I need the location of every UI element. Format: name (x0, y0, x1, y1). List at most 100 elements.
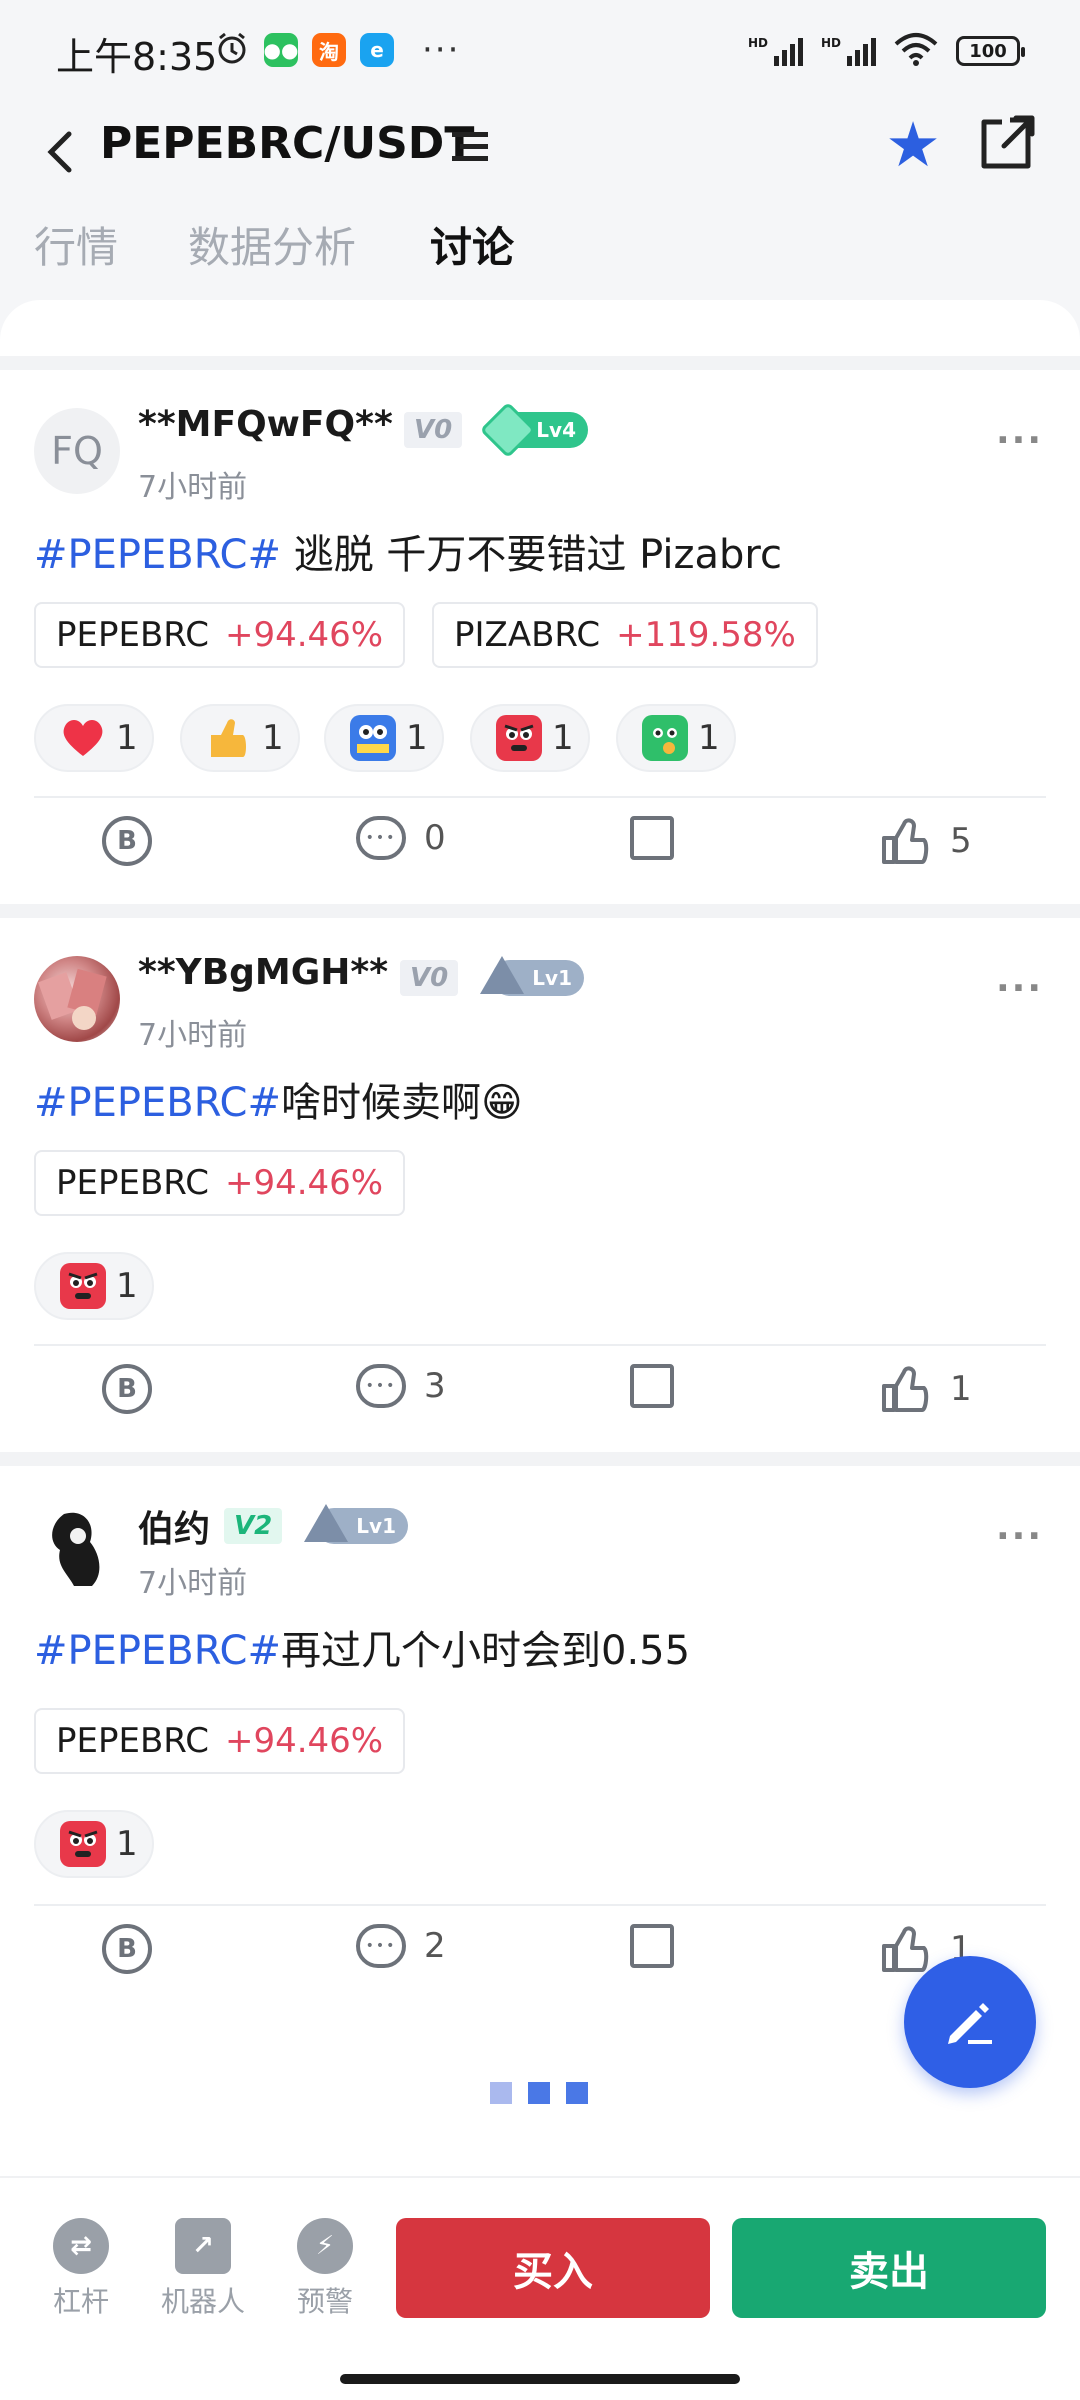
more-options-icon[interactable]: ··· (996, 968, 1043, 1009)
username[interactable]: 伯约 (138, 1500, 210, 1552)
post-time: 7小时前 (138, 1566, 248, 1601)
hashtag-link[interactable]: #PEPEBRC# (34, 532, 281, 578)
hashtag-link[interactable]: #PEPEBRC# (34, 1628, 281, 1674)
reaction-chip[interactable]: 1 (470, 704, 590, 772)
share-icon (630, 1924, 674, 1968)
post-time: 7小时前 (138, 1018, 248, 1053)
leverage-button[interactable]: ⇄ 杠杆 (36, 2218, 126, 2320)
reaction-chip[interactable]: 1 (34, 1810, 154, 1878)
reaction-chip[interactable]: 1 (34, 1252, 154, 1320)
tip-button[interactable]: B (102, 1364, 152, 1414)
alarm-icon (214, 30, 250, 70)
signal-icon-2: HD (821, 36, 876, 66)
content-top-edge (0, 300, 1080, 356)
post-card[interactable]: **YBgMGH** V0 Lv1 7小时前 ··· #PEPEBRC#啥时候卖… (0, 918, 1080, 1452)
loading-indicator (490, 2082, 588, 2104)
avatar[interactable] (34, 956, 120, 1042)
like-button[interactable]: 5 (880, 816, 972, 866)
browser-icon: e (360, 33, 394, 67)
reaction-chip[interactable]: 1 (34, 704, 154, 772)
share-button[interactable] (630, 816, 674, 860)
thumbs-up-emoji-icon (206, 715, 252, 761)
comment-button[interactable]: ••• 3 (356, 1364, 446, 1408)
reaction-chip[interactable]: 1 (180, 704, 300, 772)
tip-button[interactable]: B (102, 816, 152, 866)
divider (34, 796, 1046, 798)
post-text[interactable]: #PEPEBRC#啥时候卖啊😁 (34, 1070, 523, 1128)
coin-tip-icon: B (102, 816, 152, 866)
divider (0, 356, 1080, 370)
page-title[interactable]: PEPEBRC/USDT (100, 118, 474, 169)
status-more-icon: ··· (422, 30, 461, 70)
pencil-icon (948, 2003, 992, 2044)
more-options-icon[interactable]: ··· (996, 1516, 1043, 1557)
bottom-trade-bar: ⇄ 杠杆 ↗ 机器人 ⚡ 预警 买入 卖出 (0, 2176, 1080, 2400)
thinking-emoji-icon (642, 715, 688, 761)
post-text[interactable]: #PEPEBRC#再过几个小时会到0.55 (34, 1618, 690, 1676)
angry-emoji-icon (496, 715, 542, 761)
tab-discussion[interactable]: 讨论 (430, 214, 515, 275)
alert-button[interactable]: ⚡ 预警 (280, 2218, 370, 2320)
wifi-icon (894, 32, 938, 70)
back-button[interactable] (30, 122, 90, 182)
post-card[interactable]: FQ **MFQwFQ** V0 Lv4 7小时前 ··· #PEPEBRC# … (0, 370, 1080, 904)
external-share-icon[interactable] (976, 112, 1040, 176)
divider (0, 1452, 1080, 1466)
favorite-star-icon[interactable]: ★ (878, 110, 948, 180)
tip-button[interactable]: B (102, 1924, 152, 1974)
robot-icon: ↗ (175, 2218, 231, 2274)
level-badge: Lv4 (479, 401, 588, 459)
username[interactable]: **YBgMGH** (138, 952, 388, 993)
status-right-icons: HD HD 100 (748, 32, 1025, 70)
post-text[interactable]: #PEPEBRC# 逃脱 千万不要错过 Pizabrc (34, 522, 782, 580)
coin-tag[interactable]: PIZABRC +119.58% (432, 602, 818, 668)
status-app-icons: ●● 淘 e ··· (214, 30, 460, 70)
comment-icon: ••• (356, 816, 406, 860)
share-icon (630, 1364, 674, 1408)
signal-icon: HD (748, 36, 803, 66)
buy-button[interactable]: 买入 (396, 2218, 710, 2318)
wechat-icon: ●● (264, 33, 298, 67)
divider (0, 904, 1080, 918)
compose-post-button[interactable] (904, 1956, 1036, 2088)
more-options-icon[interactable]: ··· (996, 420, 1043, 461)
sell-button[interactable]: 卖出 (732, 2218, 1046, 2318)
header: PEPEBRC/USDT ★ (0, 104, 1080, 200)
vip-badge: V0 (404, 412, 463, 448)
coin-tag[interactable]: PEPEBRC +94.46% (34, 1708, 406, 1774)
tab-market[interactable]: 行情 (34, 214, 118, 275)
robot-button[interactable]: ↗ 机器人 (158, 2218, 248, 2320)
angry-emoji-icon (60, 1263, 106, 1309)
status-time: 上午8:35 (56, 35, 218, 79)
like-button[interactable]: 1 (880, 1364, 972, 1414)
chevron-left-icon (47, 131, 72, 173)
share-button[interactable] (630, 1364, 674, 1408)
post-card[interactable]: 伯约 V2 Lv1 7小时前 ··· #PEPEBRC#再过几个小时会到0.55… (0, 1466, 1080, 1986)
comment-button[interactable]: ••• 0 (356, 816, 446, 860)
level-badge: Lv1 (480, 956, 584, 996)
leverage-icon: ⇄ (53, 2218, 109, 2274)
home-indicator[interactable] (340, 2374, 740, 2384)
tab-data-analysis[interactable]: 数据分析 (188, 214, 356, 275)
divider (34, 1904, 1046, 1906)
username[interactable]: **MFQwFQ** (138, 404, 393, 445)
reaction-chip[interactable]: 1 (324, 704, 444, 772)
pair-menu-icon[interactable] (452, 130, 490, 168)
hodl-emoji-icon (350, 715, 396, 761)
vip-badge: V0 (400, 960, 459, 996)
coin-tag[interactable]: PEPEBRC +94.46% (34, 602, 406, 668)
comment-button[interactable]: ••• 2 (356, 1924, 446, 1968)
post-time: 7小时前 (138, 470, 248, 505)
avatar[interactable]: FQ (34, 408, 120, 494)
vip-badge: V2 (224, 1508, 283, 1544)
avatar[interactable] (34, 1504, 120, 1590)
share-button[interactable] (630, 1924, 674, 1968)
share-icon (630, 816, 674, 860)
taobao-icon: 淘 (312, 33, 346, 67)
coin-tag[interactable]: PEPEBRC +94.46% (34, 1150, 406, 1216)
reaction-chip[interactable]: 1 (616, 704, 736, 772)
level-badge: Lv1 (304, 1504, 408, 1544)
coin-tip-icon: B (102, 1364, 152, 1414)
hashtag-link[interactable]: #PEPEBRC# (34, 1080, 281, 1126)
alert-icon: ⚡ (297, 2218, 353, 2274)
